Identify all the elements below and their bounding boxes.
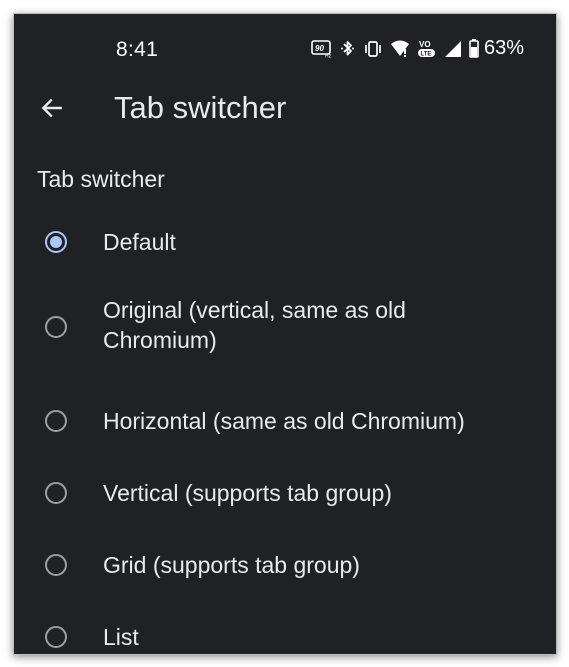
option-default[interactable]: Default <box>14 210 556 274</box>
radio-button[interactable] <box>45 554 67 576</box>
radio-button[interactable] <box>45 410 67 432</box>
svg-text:90: 90 <box>315 44 324 53</box>
option-label: Vertical (supports tab group) <box>103 480 392 506</box>
status-bar: 8:41 90 Hz VO LTE 63% <box>14 14 556 74</box>
toolbar: Tab switcher <box>14 74 556 146</box>
radio-button[interactable] <box>45 626 67 648</box>
svg-text:VO: VO <box>419 40 431 49</box>
volte-icon: VO LTE <box>417 40 435 57</box>
option-label: Horizontal (same as old Chromium) <box>103 408 465 434</box>
option-label: Grid (supports tab group) <box>103 552 360 578</box>
status-time: 8:41 <box>116 38 159 61</box>
option-label: Default <box>103 229 176 255</box>
svg-text:LTE: LTE <box>420 51 431 57</box>
option-vertical[interactable]: Vertical (supports tab group) <box>14 460 556 532</box>
app-window: 8:41 90 Hz VO LTE 63% Tab switcher Tab s… <box>13 13 557 655</box>
radio-button[interactable] <box>45 316 67 338</box>
cell-signal-icon <box>444 40 461 57</box>
wifi-icon <box>390 40 409 57</box>
bluetooth-icon <box>340 40 354 55</box>
vibrate-icon <box>365 40 381 57</box>
svg-text:Hz: Hz <box>325 53 332 58</box>
option-label: List <box>103 624 139 650</box>
section-header: Tab switcher <box>37 166 165 192</box>
back-button[interactable] <box>28 84 76 132</box>
option-original[interactable]: Original (vertical, same as old Chromium… <box>14 274 556 368</box>
battery-icon <box>469 39 479 58</box>
status-icons: 90 Hz VO LTE 63% <box>311 37 524 60</box>
page-title: Tab switcher <box>114 90 287 125</box>
option-grid[interactable]: Grid (supports tab group) <box>14 532 556 604</box>
radio-button[interactable] <box>45 482 67 504</box>
option-list[interactable]: List <box>14 604 556 654</box>
battery-percent: 63% <box>483 37 524 59</box>
option-label: Original (vertical, same as old Chromium… <box>103 297 406 353</box>
radio-button-selected[interactable] <box>45 231 67 253</box>
arrow-back-icon <box>41 98 62 118</box>
refresh-rate-90hz-icon: 90 Hz <box>311 39 332 58</box>
option-horizontal[interactable]: Horizontal (same as old Chromium) <box>14 388 556 460</box>
